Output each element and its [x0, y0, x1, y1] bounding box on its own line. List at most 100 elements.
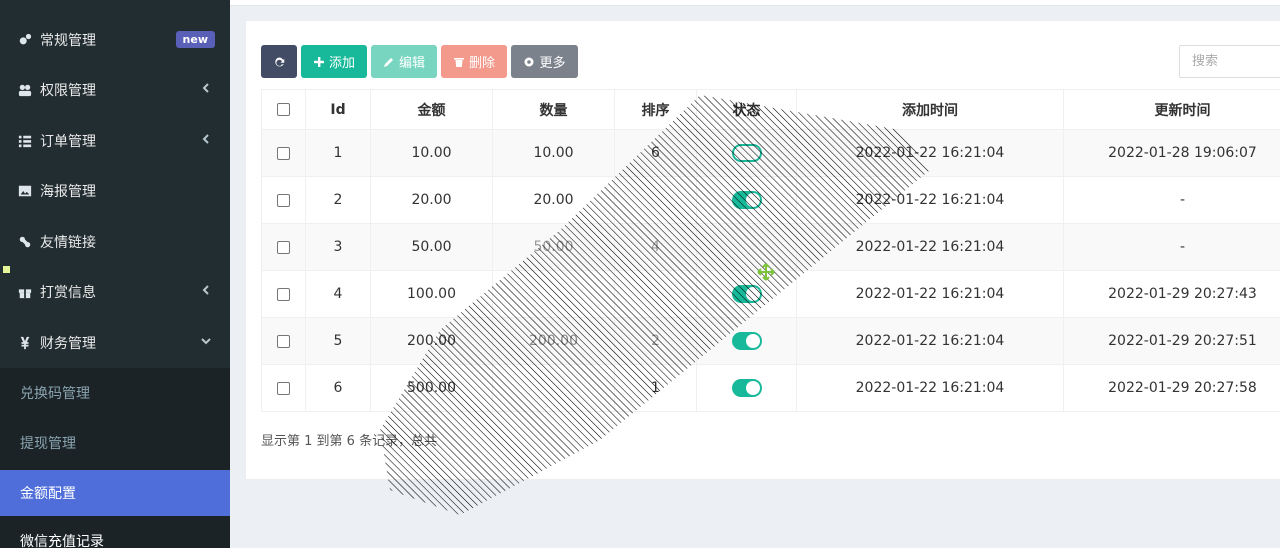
sidebar-item-withdrawals[interactable]: 提现管理	[0, 420, 230, 466]
cell-sort: 6	[614, 129, 697, 177]
status-toggle[interactable]	[731, 191, 762, 209]
status-toggle[interactable]	[731, 379, 762, 397]
refresh-button[interactable]	[261, 45, 297, 78]
cell-updated: -	[1063, 223, 1280, 271]
more-button-label: 更多	[539, 56, 566, 71]
sidebar-item-general[interactable]: 常规管理 new	[0, 16, 230, 64]
add-button[interactable]: 添加	[301, 45, 367, 78]
cell-updated: 2022-01-29 20:27:43	[1063, 270, 1280, 318]
sidebar-item-label: 微信充值记录	[20, 534, 104, 548]
cell-quantity: 200.00	[492, 317, 615, 365]
table-row[interactable]: 2 20.00 20.00 2022-01-22 16:21:04 -	[261, 176, 1280, 224]
column-header-created[interactable]: 添加时间	[796, 89, 1064, 130]
row-select-cell	[261, 270, 306, 318]
row-select-cell	[261, 223, 306, 271]
submenu-finance: 兑换码管理 提现管理 金额配置 微信充值记录	[0, 368, 230, 548]
table-row[interactable]: 1 10.00 10.00 6 2022-01-22 16:21:04 2022…	[261, 129, 1280, 177]
status-toggle[interactable]	[731, 332, 762, 350]
cell-created: 2022-01-22 16:21:04	[796, 270, 1064, 318]
cell-amount: 50.00	[370, 223, 493, 271]
cell-created: 2022-01-22 16:21:04	[796, 317, 1064, 365]
cursor-icon	[757, 263, 775, 281]
edit-button[interactable]: 编辑	[371, 45, 437, 78]
select-all-checkbox[interactable]	[277, 103, 290, 116]
cell-status	[696, 364, 797, 412]
content-panel: 添加 编辑 删除 更多 Id	[245, 20, 1280, 480]
yen-icon	[18, 336, 32, 350]
sidebar-item-permissions[interactable]: 权限管理	[0, 66, 230, 114]
table-row[interactable]: 5 200.00 200.00 2 2022-01-22 16:21:04 20…	[261, 317, 1280, 365]
sidebar-item-rewards[interactable]: 打赏信息	[0, 268, 230, 316]
sidebar-item-links[interactable]: 友情链接	[0, 218, 230, 266]
search-input[interactable]	[1179, 45, 1280, 78]
column-header-amount[interactable]: 金额	[370, 89, 493, 130]
cell-sort: 4	[614, 223, 697, 271]
sidebar-item-orders[interactable]: 订单管理	[0, 117, 230, 165]
sidebar-item-finance[interactable]: 财务管理	[0, 319, 230, 367]
row-select-cell	[261, 176, 306, 224]
plus-icon	[313, 56, 324, 67]
cell-status	[696, 270, 797, 318]
cell-quantity: 20.00	[492, 176, 615, 224]
sidebar-item-label: 兑换码管理	[20, 386, 90, 402]
column-header-id[interactable]: Id	[305, 89, 371, 130]
cell-id: 4	[305, 270, 371, 318]
link-icon	[18, 235, 32, 249]
app-root: 常规管理 new 权限管理 订单管理 海报管理 友情链接 打赏信息 财务管理 兑…	[0, 0, 1280, 548]
status-toggle[interactable]	[731, 285, 762, 303]
cell-amount: 500.00	[370, 364, 493, 412]
sidebar-item-label: 打赏信息	[40, 285, 96, 301]
sidebar-item-label: 订单管理	[40, 134, 96, 150]
table-toolbar: 添加 编辑 删除 更多	[261, 45, 578, 78]
row-checkbox[interactable]	[277, 334, 290, 348]
new-badge: new	[175, 31, 215, 48]
cell-quantity: 10.00	[492, 129, 615, 177]
sidebar-item-amount-config[interactable]: 金额配置	[0, 470, 230, 516]
sidebar-item-label: 提现管理	[20, 436, 76, 452]
cell-id: 5	[305, 317, 371, 365]
cell-status	[696, 317, 797, 365]
delete-button[interactable]: 删除	[441, 45, 507, 78]
table-row[interactable]: 6 500.00 1 2022-01-22 16:21:04 2022-01-2…	[261, 364, 1280, 412]
column-header-sort[interactable]: 排序	[614, 89, 697, 130]
cell-updated: 2022-01-29 20:27:51	[1063, 317, 1280, 365]
cell-sort	[614, 270, 697, 318]
cell-created: 2022-01-22 16:21:04	[796, 364, 1064, 412]
column-header-quantity[interactable]: 数量	[492, 89, 615, 130]
list-icon	[18, 134, 32, 148]
row-checkbox[interactable]	[277, 287, 290, 301]
sidebar-item-wechat-recharge[interactable]: 微信充值记录	[0, 518, 230, 548]
data-table: Id 金额 数量 排序 状态 添加时间 更新时间 1 10.00 10.00 6	[261, 89, 1280, 412]
row-checkbox[interactable]	[277, 146, 290, 160]
cell-updated: 2022-01-29 20:27:58	[1063, 364, 1280, 412]
cell-status	[696, 129, 797, 177]
cell-amount: 200.00	[370, 317, 493, 365]
cell-id: 6	[305, 364, 371, 412]
cell-sort	[614, 176, 697, 224]
cell-amount: 20.00	[370, 176, 493, 224]
top-bar	[230, 0, 1280, 6]
cell-amount: 100.00	[370, 270, 493, 318]
sidebar: 常规管理 new 权限管理 订单管理 海报管理 友情链接 打赏信息 财务管理 兑…	[0, 0, 230, 548]
cell-sort: 1	[614, 364, 697, 412]
group-icon	[18, 83, 32, 97]
cell-id: 1	[305, 129, 371, 177]
trash-icon	[453, 57, 464, 67]
row-checkbox[interactable]	[277, 240, 290, 254]
sidebar-item-label: 财务管理	[40, 336, 96, 352]
more-button[interactable]: 更多	[511, 45, 578, 78]
cell-quantity: 50.00	[492, 223, 615, 271]
column-header-status[interactable]: 状态	[696, 89, 797, 130]
column-header-updated[interactable]: 更新时间	[1063, 89, 1280, 130]
row-checkbox[interactable]	[277, 193, 290, 207]
sidebar-item-posters[interactable]: 海报管理	[0, 167, 230, 215]
marker-dot	[3, 266, 10, 273]
row-checkbox[interactable]	[277, 381, 290, 395]
status-toggle[interactable]	[731, 144, 762, 162]
sidebar-item-redeem-codes[interactable]: 兑换码管理	[0, 370, 230, 416]
chevron-down-icon	[200, 335, 212, 347]
cell-quantity	[492, 270, 615, 318]
cell-status	[696, 176, 797, 224]
pagination-info: 显示第 1 到第 6 条记录，总共	[261, 434, 438, 449]
edit-button-label: 编辑	[398, 56, 425, 71]
